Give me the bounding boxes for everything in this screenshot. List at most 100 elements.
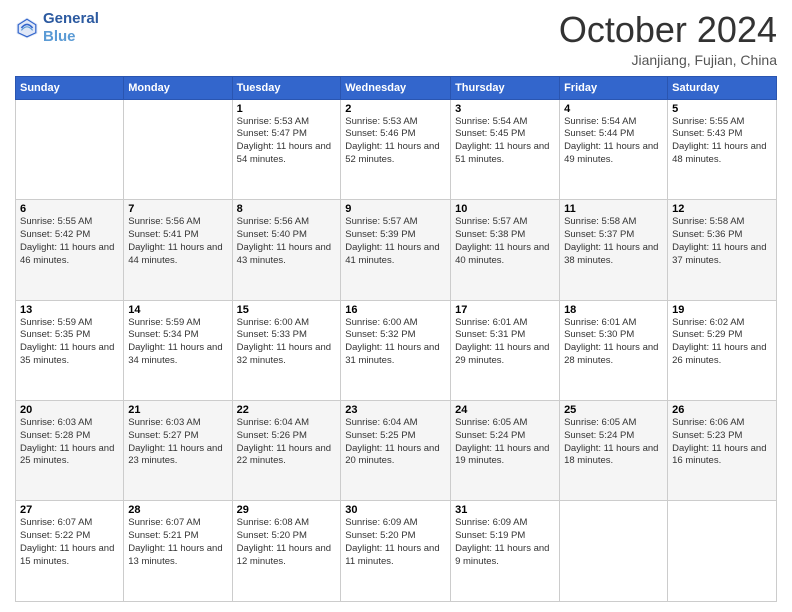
day-number: 24	[455, 404, 555, 416]
day-detail: Sunrise: 6:01 AM Sunset: 5:30 PM Dayligh…	[564, 317, 663, 368]
week-row-5: 27Sunrise: 6:07 AM Sunset: 5:22 PM Dayli…	[16, 501, 777, 602]
day-number: 12	[672, 203, 772, 215]
weekday-header-sunday: Sunday	[16, 76, 124, 99]
day-number: 21	[128, 404, 227, 416]
day-number: 1	[237, 103, 337, 115]
day-number: 30	[345, 504, 446, 516]
day-detail: Sunrise: 6:00 AM Sunset: 5:33 PM Dayligh…	[237, 317, 337, 368]
day-detail: Sunrise: 6:09 AM Sunset: 5:20 PM Dayligh…	[345, 517, 446, 568]
weekday-header-friday: Friday	[560, 76, 668, 99]
weekday-header-tuesday: Tuesday	[232, 76, 341, 99]
day-detail: Sunrise: 5:56 AM Sunset: 5:41 PM Dayligh…	[128, 216, 227, 267]
day-detail: Sunrise: 6:02 AM Sunset: 5:29 PM Dayligh…	[672, 317, 772, 368]
weekday-header-thursday: Thursday	[451, 76, 560, 99]
calendar-cell	[124, 99, 232, 199]
day-detail: Sunrise: 6:01 AM Sunset: 5:31 PM Dayligh…	[455, 317, 555, 368]
calendar-cell: 6Sunrise: 5:55 AM Sunset: 5:42 PM Daylig…	[16, 200, 124, 300]
day-detail: Sunrise: 6:08 AM Sunset: 5:20 PM Dayligh…	[237, 517, 337, 568]
month-title: October 2024	[559, 10, 777, 50]
week-row-4: 20Sunrise: 6:03 AM Sunset: 5:28 PM Dayli…	[16, 401, 777, 501]
calendar-cell: 13Sunrise: 5:59 AM Sunset: 5:35 PM Dayli…	[16, 300, 124, 400]
calendar-cell: 8Sunrise: 5:56 AM Sunset: 5:40 PM Daylig…	[232, 200, 341, 300]
logo-text: General Blue	[43, 10, 99, 46]
calendar-cell: 24Sunrise: 6:05 AM Sunset: 5:24 PM Dayli…	[451, 401, 560, 501]
day-detail: Sunrise: 6:04 AM Sunset: 5:25 PM Dayligh…	[345, 417, 446, 468]
calendar-cell: 10Sunrise: 5:57 AM Sunset: 5:38 PM Dayli…	[451, 200, 560, 300]
day-detail: Sunrise: 6:03 AM Sunset: 5:27 PM Dayligh…	[128, 417, 227, 468]
day-detail: Sunrise: 5:55 AM Sunset: 5:42 PM Dayligh…	[20, 216, 119, 267]
day-detail: Sunrise: 5:54 AM Sunset: 5:44 PM Dayligh…	[564, 116, 663, 167]
day-detail: Sunrise: 5:57 AM Sunset: 5:38 PM Dayligh…	[455, 216, 555, 267]
weekday-header-wednesday: Wednesday	[341, 76, 451, 99]
day-number: 9	[345, 203, 446, 215]
day-detail: Sunrise: 5:58 AM Sunset: 5:37 PM Dayligh…	[564, 216, 663, 267]
day-detail: Sunrise: 5:53 AM Sunset: 5:46 PM Dayligh…	[345, 116, 446, 167]
day-number: 18	[564, 304, 663, 316]
day-number: 5	[672, 103, 772, 115]
page-container: General Blue October 2024 Jianjiang, Fuj…	[0, 0, 792, 612]
day-number: 17	[455, 304, 555, 316]
day-detail: Sunrise: 5:58 AM Sunset: 5:36 PM Dayligh…	[672, 216, 772, 267]
calendar-cell: 23Sunrise: 6:04 AM Sunset: 5:25 PM Dayli…	[341, 401, 451, 501]
logo-icon	[15, 16, 39, 40]
day-detail: Sunrise: 5:56 AM Sunset: 5:40 PM Dayligh…	[237, 216, 337, 267]
day-detail: Sunrise: 5:53 AM Sunset: 5:47 PM Dayligh…	[237, 116, 337, 167]
day-number: 20	[20, 404, 119, 416]
day-number: 26	[672, 404, 772, 416]
calendar-cell: 2Sunrise: 5:53 AM Sunset: 5:46 PM Daylig…	[341, 99, 451, 199]
calendar-cell: 20Sunrise: 6:03 AM Sunset: 5:28 PM Dayli…	[16, 401, 124, 501]
day-number: 22	[237, 404, 337, 416]
calendar-cell: 28Sunrise: 6:07 AM Sunset: 5:21 PM Dayli…	[124, 501, 232, 602]
week-row-2: 6Sunrise: 5:55 AM Sunset: 5:42 PM Daylig…	[16, 200, 777, 300]
calendar-cell: 1Sunrise: 5:53 AM Sunset: 5:47 PM Daylig…	[232, 99, 341, 199]
calendar-cell: 30Sunrise: 6:09 AM Sunset: 5:20 PM Dayli…	[341, 501, 451, 602]
weekday-header-saturday: Saturday	[668, 76, 777, 99]
day-number: 2	[345, 103, 446, 115]
day-number: 3	[455, 103, 555, 115]
day-detail: Sunrise: 6:03 AM Sunset: 5:28 PM Dayligh…	[20, 417, 119, 468]
day-number: 27	[20, 504, 119, 516]
calendar-cell: 31Sunrise: 6:09 AM Sunset: 5:19 PM Dayli…	[451, 501, 560, 602]
day-detail: Sunrise: 5:59 AM Sunset: 5:34 PM Dayligh…	[128, 317, 227, 368]
calendar-cell: 7Sunrise: 5:56 AM Sunset: 5:41 PM Daylig…	[124, 200, 232, 300]
day-number: 6	[20, 203, 119, 215]
calendar-cell: 4Sunrise: 5:54 AM Sunset: 5:44 PM Daylig…	[560, 99, 668, 199]
logo: General Blue	[15, 10, 99, 46]
calendar-cell: 25Sunrise: 6:05 AM Sunset: 5:24 PM Dayli…	[560, 401, 668, 501]
day-number: 10	[455, 203, 555, 215]
day-detail: Sunrise: 6:05 AM Sunset: 5:24 PM Dayligh…	[455, 417, 555, 468]
calendar-cell: 14Sunrise: 5:59 AM Sunset: 5:34 PM Dayli…	[124, 300, 232, 400]
calendar-cell: 26Sunrise: 6:06 AM Sunset: 5:23 PM Dayli…	[668, 401, 777, 501]
day-number: 19	[672, 304, 772, 316]
calendar-cell: 18Sunrise: 6:01 AM Sunset: 5:30 PM Dayli…	[560, 300, 668, 400]
calendar-cell: 5Sunrise: 5:55 AM Sunset: 5:43 PM Daylig…	[668, 99, 777, 199]
week-row-1: 1Sunrise: 5:53 AM Sunset: 5:47 PM Daylig…	[16, 99, 777, 199]
calendar-cell: 3Sunrise: 5:54 AM Sunset: 5:45 PM Daylig…	[451, 99, 560, 199]
day-detail: Sunrise: 5:55 AM Sunset: 5:43 PM Dayligh…	[672, 116, 772, 167]
day-detail: Sunrise: 6:00 AM Sunset: 5:32 PM Dayligh…	[345, 317, 446, 368]
calendar-cell: 9Sunrise: 5:57 AM Sunset: 5:39 PM Daylig…	[341, 200, 451, 300]
weekday-header-row: SundayMondayTuesdayWednesdayThursdayFrid…	[16, 76, 777, 99]
calendar-cell: 11Sunrise: 5:58 AM Sunset: 5:37 PM Dayli…	[560, 200, 668, 300]
day-number: 25	[564, 404, 663, 416]
calendar-cell: 17Sunrise: 6:01 AM Sunset: 5:31 PM Dayli…	[451, 300, 560, 400]
calendar-cell: 16Sunrise: 6:00 AM Sunset: 5:32 PM Dayli…	[341, 300, 451, 400]
day-number: 8	[237, 203, 337, 215]
day-detail: Sunrise: 5:59 AM Sunset: 5:35 PM Dayligh…	[20, 317, 119, 368]
day-detail: Sunrise: 5:54 AM Sunset: 5:45 PM Dayligh…	[455, 116, 555, 167]
calendar-cell: 27Sunrise: 6:07 AM Sunset: 5:22 PM Dayli…	[16, 501, 124, 602]
day-detail: Sunrise: 6:07 AM Sunset: 5:21 PM Dayligh…	[128, 517, 227, 568]
day-number: 14	[128, 304, 227, 316]
day-detail: Sunrise: 6:06 AM Sunset: 5:23 PM Dayligh…	[672, 417, 772, 468]
weekday-header-monday: Monday	[124, 76, 232, 99]
day-detail: Sunrise: 6:07 AM Sunset: 5:22 PM Dayligh…	[20, 517, 119, 568]
calendar-table: SundayMondayTuesdayWednesdayThursdayFrid…	[15, 76, 777, 602]
calendar-cell: 19Sunrise: 6:02 AM Sunset: 5:29 PM Dayli…	[668, 300, 777, 400]
location: Jianjiang, Fujian, China	[559, 52, 777, 68]
calendar-cell: 29Sunrise: 6:08 AM Sunset: 5:20 PM Dayli…	[232, 501, 341, 602]
calendar-cell	[16, 99, 124, 199]
day-number: 28	[128, 504, 227, 516]
week-row-3: 13Sunrise: 5:59 AM Sunset: 5:35 PM Dayli…	[16, 300, 777, 400]
header: General Blue October 2024 Jianjiang, Fuj…	[15, 10, 777, 68]
day-detail: Sunrise: 6:09 AM Sunset: 5:19 PM Dayligh…	[455, 517, 555, 568]
